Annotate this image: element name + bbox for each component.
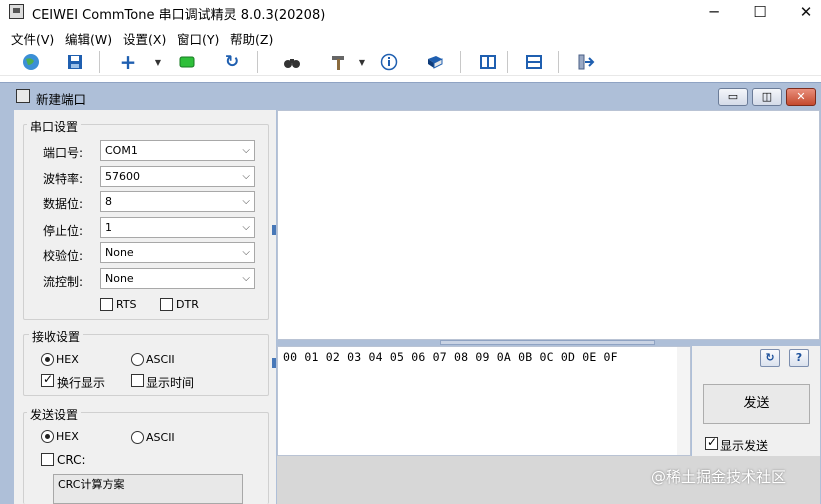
rts-checkbox[interactable] (100, 298, 113, 311)
send-button[interactable]: 发送 (703, 384, 810, 424)
parity-label: 校验位: (43, 249, 84, 263)
serial-group-title: 串口设置 (27, 118, 82, 135)
dtr-checkbox[interactable] (160, 298, 173, 311)
flow-label: 流控制: (43, 275, 84, 289)
receive-ascii-radio[interactable] (131, 353, 144, 366)
send-scrollbar[interactable] (677, 347, 690, 455)
flow-value: None (105, 272, 134, 285)
show-send-checkbox[interactable] (705, 435, 718, 450)
receive-hex-radio[interactable] (41, 353, 54, 366)
splitter-handle[interactable] (272, 225, 276, 235)
save-icon[interactable] (64, 51, 86, 73)
menu-settings[interactable]: 设置(X) (123, 29, 166, 48)
send-ascii-radio[interactable] (131, 431, 144, 444)
flow-select[interactable]: None ⌵ (100, 268, 255, 289)
toolbar-separator (507, 51, 508, 73)
stopbits-value: 1 (105, 221, 112, 234)
crc-scheme-value: CRC计算方案 (58, 478, 125, 491)
port-select[interactable]: COM1 ⌵ (100, 140, 255, 161)
show-send-label: 显示发送 (720, 439, 769, 453)
crc-scheme-select[interactable]: CRC计算方案 (53, 474, 243, 504)
splitter-handle[interactable] (272, 358, 276, 368)
send-hex-label: HEX (56, 430, 79, 443)
child-minimize-button[interactable]: ▭ (718, 88, 748, 106)
port-value: COM1 (105, 144, 138, 157)
chevron-down-icon: ⌵ (242, 273, 250, 284)
menu-edit[interactable]: 编辑(W) (65, 29, 112, 48)
horizontal-splitter[interactable] (440, 340, 655, 345)
binoculars-icon[interactable] (281, 51, 303, 73)
maximize-button[interactable]: ☐ (737, 0, 783, 24)
child-window-title: 新建端口 (36, 92, 87, 107)
stopbits-select[interactable]: 1 ⌵ (100, 217, 255, 238)
split-horizontal-icon[interactable] (523, 51, 545, 73)
baud-value: 57600 (105, 170, 140, 183)
show-time-checkbox[interactable] (131, 374, 144, 387)
refresh-icon[interactable]: ↻ (221, 51, 243, 73)
help-icon[interactable]: ? (789, 349, 809, 367)
toolbar-separator (558, 51, 559, 73)
send-hex-radio[interactable] (41, 430, 54, 443)
minimize-button[interactable]: ─ (691, 0, 737, 24)
connect-icon[interactable] (176, 51, 198, 73)
port-label: 端口号: (43, 146, 84, 160)
baud-select[interactable]: 57600 ⌵ (100, 166, 255, 187)
crc-checkbox[interactable] (41, 453, 54, 466)
send-content: 00 01 02 03 04 05 06 07 08 09 0A 0B 0C 0… (283, 350, 618, 364)
add-icon[interactable]: + (117, 50, 139, 74)
receive-ascii-label: ASCII (146, 353, 175, 366)
close-button[interactable]: ✕ (783, 0, 821, 24)
dtr-label: DTR (176, 298, 199, 311)
port-window-icon (16, 89, 30, 103)
dropdown-arrow-icon[interactable]: ▼ (351, 51, 373, 73)
parity-select[interactable]: None ⌵ (100, 242, 255, 263)
exit-icon[interactable] (575, 51, 597, 73)
child-close-button[interactable]: ✕ (786, 88, 816, 106)
window-title: CEIWEI CommTone 串口调试精灵 8.0.3(20208) (32, 8, 326, 23)
baud-label: 波特率: (43, 172, 84, 186)
info-icon[interactable] (378, 51, 400, 73)
watermark: @稀土掘金技术社区 (651, 468, 787, 486)
chevron-down-icon: ⌵ (242, 247, 250, 258)
menu-help[interactable]: 帮助(Z) (230, 29, 273, 48)
receive-text-area[interactable] (277, 110, 820, 340)
menu-file[interactable]: 文件(V) (11, 29, 54, 48)
send-group-title: 发送设置 (27, 406, 82, 423)
chevron-down-icon: ⌵ (242, 196, 250, 207)
crc-label: CRC: (57, 453, 86, 467)
show-time-label: 显示时间 (146, 376, 195, 390)
databits-select[interactable]: 8 ⌵ (100, 191, 255, 212)
databits-label: 数据位: (43, 197, 84, 211)
refresh-icon[interactable]: ↻ (760, 349, 780, 367)
send-ascii-label: ASCII (146, 431, 175, 444)
dropdown-arrow-icon[interactable]: ▼ (147, 51, 169, 73)
wrap-display-checkbox[interactable] (41, 372, 54, 387)
stopbits-label: 停止位: (43, 224, 84, 238)
book-icon[interactable] (424, 51, 446, 73)
globe-icon[interactable] (20, 51, 42, 73)
wrap-display-label: 换行显示 (57, 376, 106, 390)
toolbar-separator (460, 51, 461, 73)
split-vertical-icon[interactable] (477, 51, 499, 73)
chevron-down-icon: ⌵ (242, 171, 250, 182)
toolbar-separator (257, 51, 258, 73)
chevron-down-icon: ⌵ (242, 145, 250, 156)
receive-hex-label: HEX (56, 353, 79, 366)
chevron-down-icon: ⌵ (242, 222, 250, 233)
toolbar-separator (99, 51, 100, 73)
receive-group-title: 接收设置 (29, 328, 84, 345)
child-restore-button[interactable]: ◫ (752, 88, 782, 106)
databits-value: 8 (105, 195, 112, 208)
parity-value: None (105, 246, 134, 259)
app-icon (9, 4, 24, 19)
menu-window[interactable]: 窗口(Y) (177, 29, 219, 48)
rts-label: RTS (116, 298, 137, 311)
hammer-icon[interactable] (328, 51, 350, 73)
